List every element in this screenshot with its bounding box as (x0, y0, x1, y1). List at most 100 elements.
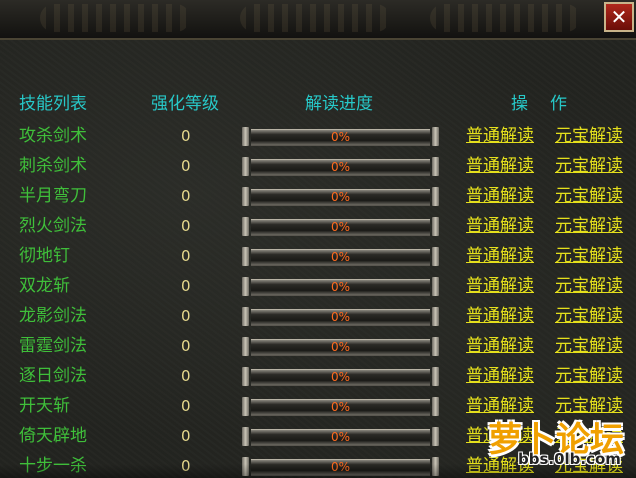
progress-bar-cap (242, 247, 249, 266)
skill-name: 彻地钉 (19, 246, 70, 266)
normal-read-link[interactable]: 普通解读 (466, 364, 534, 388)
skill-name: 双龙斩 (19, 276, 70, 296)
enhance-level: 0 (181, 337, 191, 355)
enhance-level: 0 (181, 247, 191, 265)
close-icon[interactable]: ✕ (611, 5, 628, 29)
site-watermark: 萝卜论坛 bbs.0lb.com (482, 410, 632, 472)
progress-bar: 0% (242, 127, 439, 146)
window-title-bar: ✕ (0, 0, 636, 40)
skill-name: 龙影剑法 (19, 306, 87, 326)
normal-read-link[interactable]: 普通解读 (466, 154, 534, 178)
progress-track: 0% (251, 219, 430, 236)
progress-bar: 0% (242, 397, 439, 416)
header-enhance-level: 强化等级 (151, 94, 219, 114)
progress-text: 0% (330, 160, 351, 174)
header-operation: 操作 (511, 94, 589, 114)
normal-read-link[interactable]: 普通解读 (466, 304, 534, 328)
enhance-level: 0 (181, 157, 191, 175)
progress-bar-cap (432, 427, 439, 446)
progress-bar-cap (432, 187, 439, 206)
progress-text: 0% (330, 280, 351, 294)
enhance-level: 0 (181, 397, 191, 415)
normal-read-link[interactable]: 普通解读 (466, 274, 534, 298)
progress-track: 0% (251, 429, 430, 446)
progress-bar-cap (242, 427, 249, 446)
normal-read-link[interactable]: 普通解读 (466, 244, 534, 268)
skill-name: 雷霆剑法 (19, 336, 87, 356)
progress-bar-cap (432, 307, 439, 326)
progress-track: 0% (251, 339, 430, 356)
progress-text: 0% (330, 310, 351, 324)
progress-bar-cap (242, 367, 249, 386)
progress-bar-cap (242, 397, 249, 416)
gold-read-link[interactable]: 元宝解读 (555, 304, 623, 328)
table-row: 龙影剑法 0 0% 普通解读 元宝解读 (0, 304, 636, 334)
table-row: 刺杀剑术 0 0% 普通解读 元宝解读 (0, 154, 636, 184)
table-row: 双龙斩 0 0% 普通解读 元宝解读 (0, 274, 636, 304)
skill-name: 刺杀剑术 (19, 156, 87, 176)
header-skill-list: 技能列表 (19, 94, 87, 114)
progress-bar-cap (242, 337, 249, 356)
skill-name: 半月弯刀 (19, 186, 87, 206)
gold-read-link[interactable]: 元宝解读 (555, 184, 623, 208)
progress-bar: 0% (242, 157, 439, 176)
normal-read-link[interactable]: 普通解读 (466, 184, 534, 208)
progress-track: 0% (251, 279, 430, 296)
progress-bar-cap (432, 277, 439, 296)
progress-bar: 0% (242, 367, 439, 386)
progress-bar: 0% (242, 337, 439, 356)
progress-bar-cap (242, 217, 249, 236)
progress-text: 0% (330, 190, 351, 204)
progress-bar: 0% (242, 277, 439, 296)
progress-track: 0% (251, 159, 430, 176)
enhance-level: 0 (181, 277, 191, 295)
skill-reading-panel: ✕ 技能列表 强化等级 解读进度 操作 攻杀剑术 0 0% 普通解读 元宝解读 刺杀剑术 0… (0, 0, 636, 478)
enhance-level: 0 (181, 187, 191, 205)
progress-text: 0% (330, 370, 351, 384)
title-ornament (40, 4, 190, 32)
progress-bar-cap (432, 247, 439, 266)
progress-track: 0% (251, 309, 430, 326)
progress-text: 0% (330, 400, 351, 414)
progress-bar: 0% (242, 247, 439, 266)
progress-bar-cap (432, 217, 439, 236)
progress-bar: 0% (242, 217, 439, 236)
progress-text: 0% (330, 340, 351, 354)
gold-read-link[interactable]: 元宝解读 (555, 124, 623, 148)
normal-read-link[interactable]: 普通解读 (466, 334, 534, 358)
close-button[interactable]: ✕ (604, 2, 634, 32)
title-ornament (430, 4, 580, 32)
progress-text: 0% (330, 220, 351, 234)
gold-read-link[interactable]: 元宝解读 (555, 274, 623, 298)
progress-bar-cap (432, 157, 439, 176)
table-row: 烈火剑法 0 0% 普通解读 元宝解读 (0, 214, 636, 244)
progress-bar: 0% (242, 187, 439, 206)
enhance-level: 0 (181, 217, 191, 235)
progress-bar-cap (432, 397, 439, 416)
gold-read-link[interactable]: 元宝解读 (555, 244, 623, 268)
enhance-level: 0 (181, 307, 191, 325)
progress-text: 0% (330, 430, 351, 444)
gold-read-link[interactable]: 元宝解读 (555, 334, 623, 358)
table-row: 攻杀剑术 0 0% 普通解读 元宝解读 (0, 124, 636, 154)
progress-bar-cap (432, 367, 439, 386)
progress-bar-cap (432, 337, 439, 356)
progress-bar-cap (242, 307, 249, 326)
progress-bar: 0% (242, 307, 439, 326)
progress-track: 0% (251, 369, 430, 386)
progress-bar-cap (432, 127, 439, 146)
table-row: 半月弯刀 0 0% 普通解读 元宝解读 (0, 184, 636, 214)
skill-name: 逐日剑法 (19, 366, 87, 386)
progress-text: 0% (330, 250, 351, 264)
table-row: 雷霆剑法 0 0% 普通解读 元宝解读 (0, 334, 636, 364)
enhance-level: 0 (181, 427, 191, 445)
gold-read-link[interactable]: 元宝解读 (555, 364, 623, 388)
enhance-level: 0 (181, 127, 191, 145)
progress-track: 0% (251, 189, 430, 206)
gold-read-link[interactable]: 元宝解读 (555, 214, 623, 238)
normal-read-link[interactable]: 普通解读 (466, 214, 534, 238)
normal-read-link[interactable]: 普通解读 (466, 124, 534, 148)
progress-track: 0% (251, 129, 430, 146)
gold-read-link[interactable]: 元宝解读 (555, 154, 623, 178)
progress-bar-cap (242, 187, 249, 206)
